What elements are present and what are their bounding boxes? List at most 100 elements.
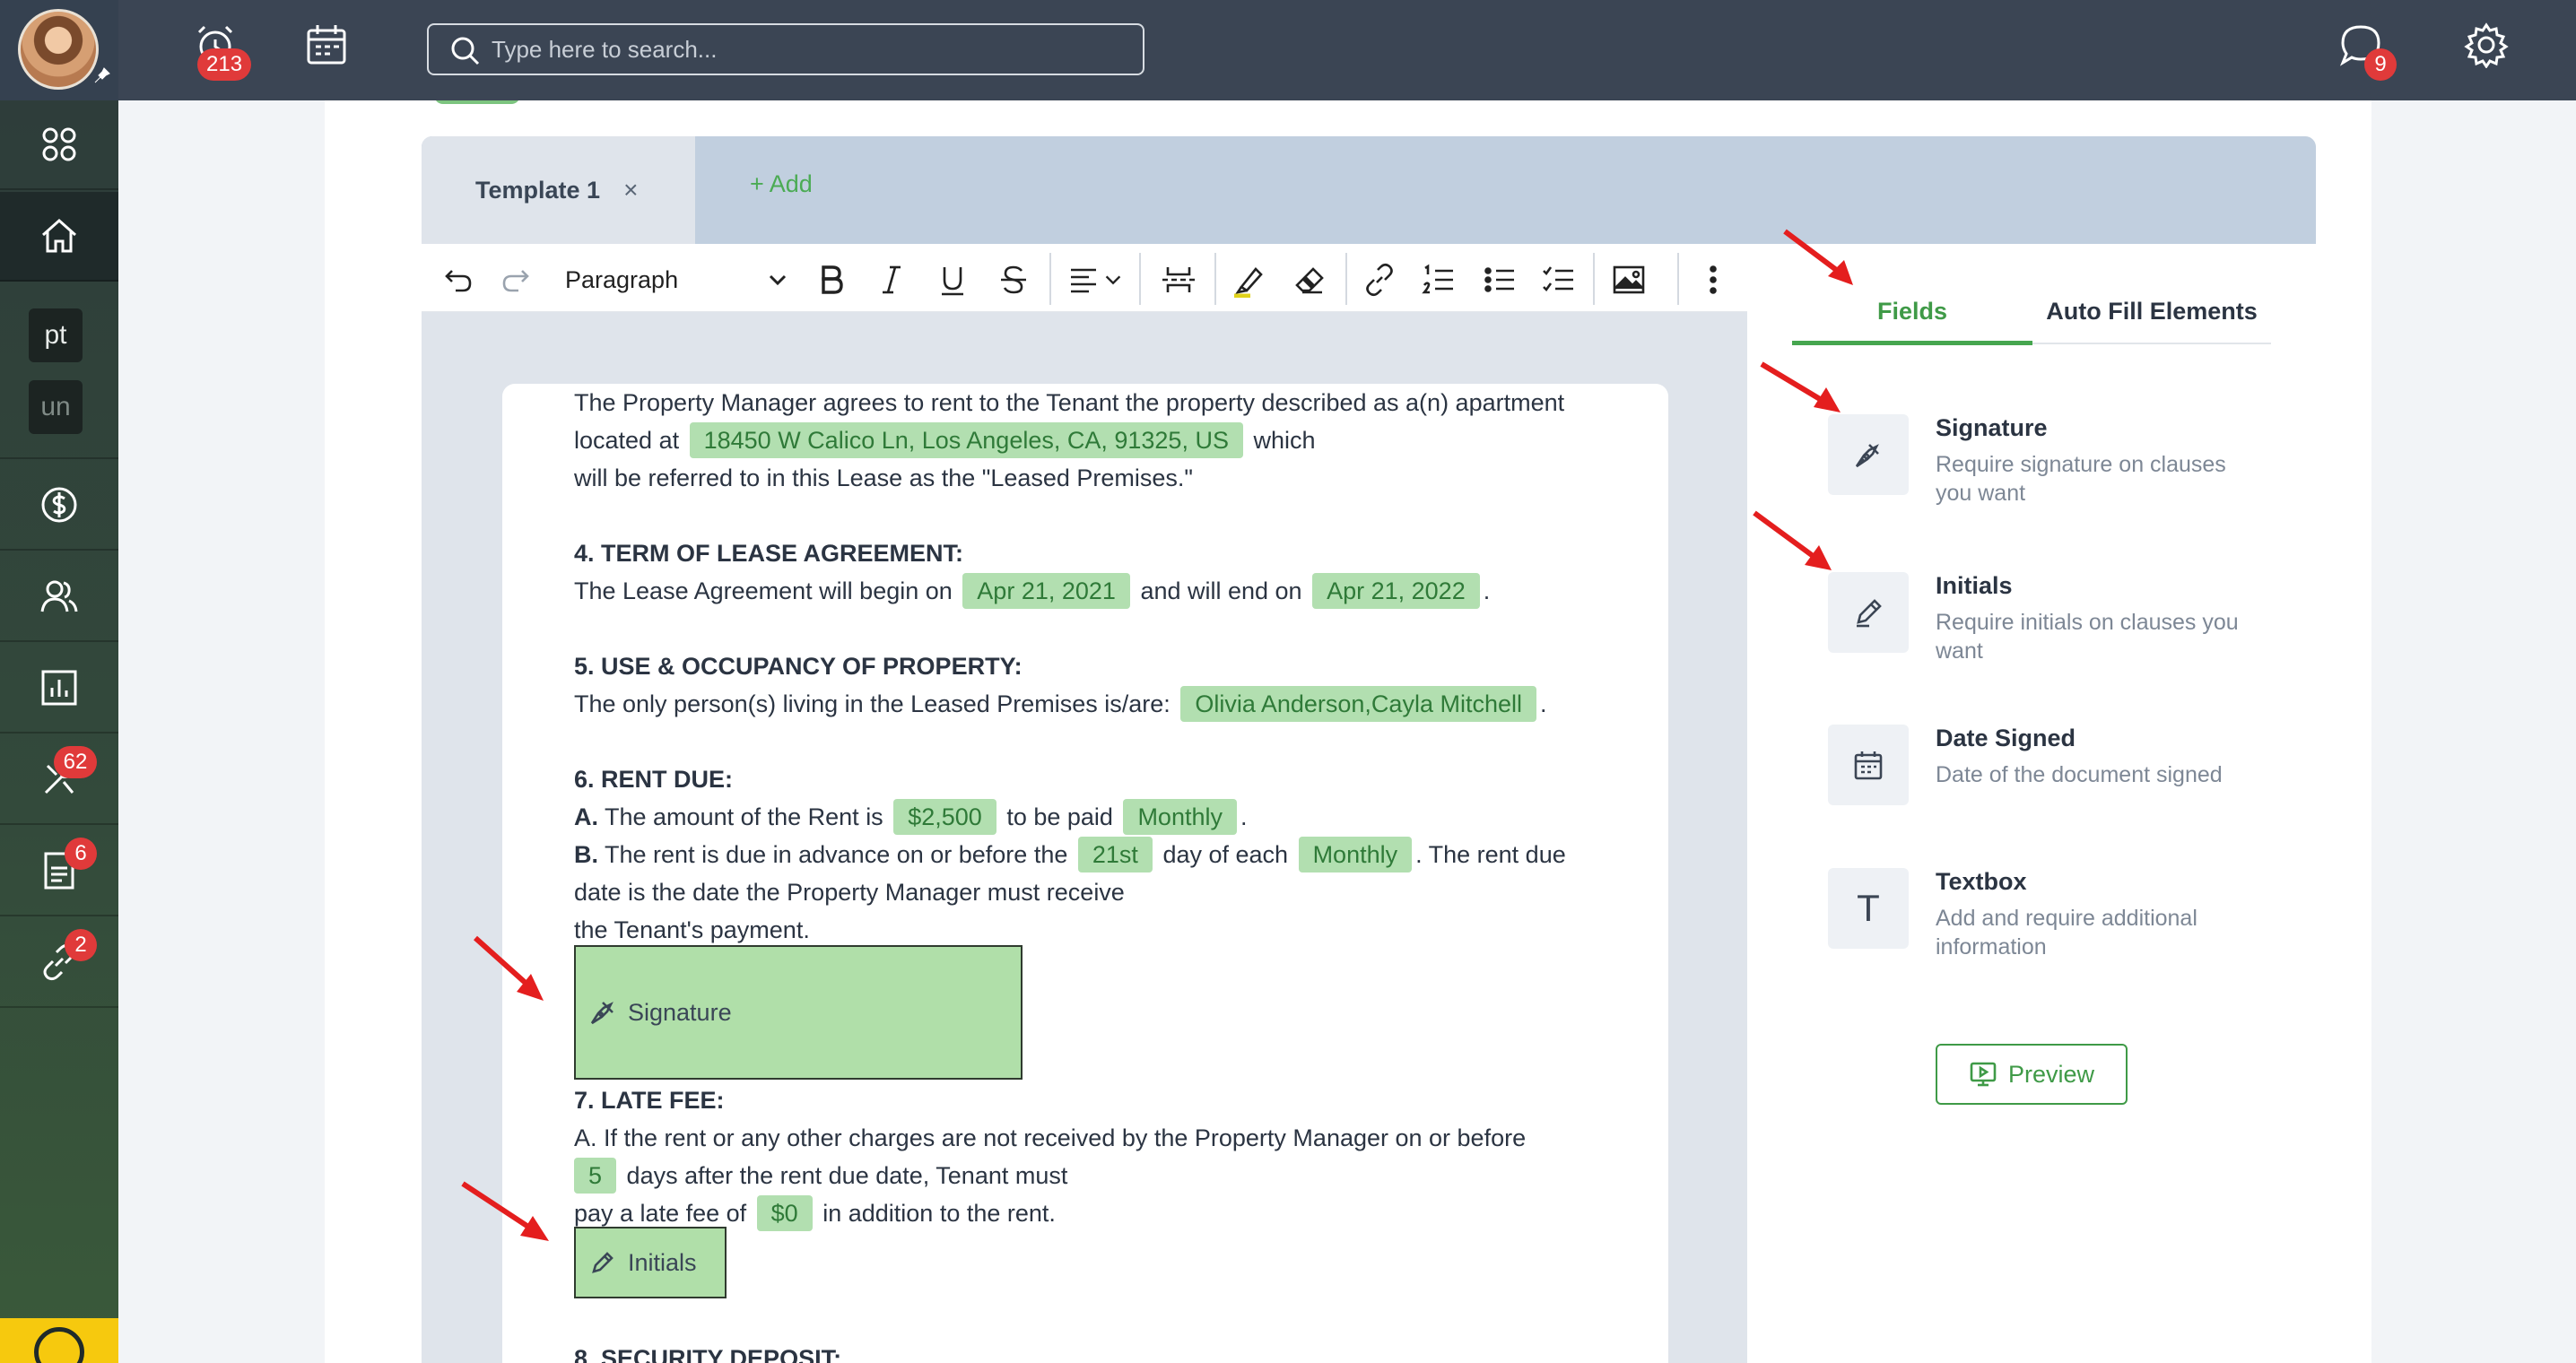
document-page[interactable]: The Property Manager agrees to rent to t… <box>502 384 1668 1363</box>
field-signature[interactable]: Signature Require signature on clauses y… <box>1828 414 2294 522</box>
image-button[interactable] <box>1609 260 1649 300</box>
grid-icon <box>42 127 76 161</box>
tab-auto-fill-elements[interactable]: Auto Fill Elements <box>2032 298 2271 334</box>
sidebar-item-links[interactable]: 2 <box>0 918 118 1008</box>
avatar[interactable] <box>18 9 99 90</box>
calendar-button[interactable] <box>303 22 357 75</box>
checklist-button[interactable] <box>1539 260 1579 300</box>
clause-text: day of each <box>1162 841 1289 868</box>
chart-icon <box>41 670 77 706</box>
bullet-list-button[interactable] <box>1480 260 1519 300</box>
help-icon <box>34 1327 84 1363</box>
numbered-list-button[interactable] <box>1419 260 1458 300</box>
clause-text: A. If the rent or any other charges are … <box>574 1124 1527 1151</box>
active-tab-indicator <box>1792 341 2032 345</box>
rent-frequency-field[interactable]: Monthly <box>1123 799 1237 835</box>
link-button[interactable] <box>1360 260 1399 300</box>
occupants-field[interactable]: Olivia Anderson,Cayla Mitchell <box>1180 686 1536 722</box>
pin-icon[interactable] <box>93 66 111 84</box>
documents-badge: 6 <box>65 838 97 870</box>
late-days-field[interactable]: 5 <box>574 1158 617 1194</box>
users-icon <box>40 580 78 612</box>
clause-text: The Lease Agreement will begin on <box>574 577 953 604</box>
tab-fields[interactable]: Fields <box>1792 298 2032 334</box>
pencil-icon <box>1828 572 1909 653</box>
annotation-arrow <box>461 1181 549 1241</box>
highlight-button[interactable] <box>1229 260 1268 300</box>
field-date-signed[interactable]: Date Signed Date of the document signed <box>1828 725 2294 832</box>
align-button[interactable] <box>1064 260 1103 300</box>
clause-line: A. The amount of the Rent is $2,500 to b… <box>574 798 1248 836</box>
sidebar-item-home[interactable] <box>0 192 118 282</box>
close-icon[interactable]: × <box>623 176 638 204</box>
page-break-button[interactable] <box>1159 260 1198 300</box>
messages-badge: 9 <box>2364 48 2397 81</box>
preview-button[interactable]: Preview <box>1936 1044 2128 1105</box>
alerts-button[interactable]: 213 <box>192 22 252 81</box>
redo-button[interactable] <box>497 260 536 300</box>
initials-field-box[interactable]: Initials <box>574 1227 727 1298</box>
clause-text: will be referred to in this Lease as the… <box>574 464 1194 491</box>
clause-text: The rent is due in advance on or before … <box>605 841 1068 868</box>
rent-amount-field[interactable]: $2,500 <box>893 799 996 835</box>
calendar-icon <box>307 25 346 65</box>
late-fee-field[interactable]: $0 <box>756 1195 813 1231</box>
field-description: Require signature on clauses you want <box>1936 452 2226 506</box>
pen-nib-icon <box>590 1002 614 1025</box>
sidebar-item-accounting[interactable] <box>0 461 118 551</box>
sidebar-item-reports[interactable] <box>0 644 118 734</box>
sidebar-item-apps[interactable] <box>0 100 118 190</box>
field-description: Date of the document signed <box>1936 762 2223 787</box>
toolbar-divider <box>1049 253 1051 305</box>
italic-button[interactable] <box>872 260 911 300</box>
paragraph-style-select[interactable]: Paragraph <box>565 260 789 300</box>
clause-label: B. <box>574 841 598 868</box>
chevron-down-icon <box>1105 275 1121 285</box>
add-tab-button[interactable]: + Add <box>750 170 813 198</box>
clause-text: days after the rent due date, Tenant mus… <box>626 1162 1068 1189</box>
strikethrough-button[interactable] <box>994 260 1033 300</box>
signature-field-box[interactable]: Signature <box>574 945 1023 1080</box>
clause-text: . The rent due <box>1415 841 1566 868</box>
due-day-field[interactable]: 21st <box>1077 837 1153 872</box>
top-bar: 213 9 <box>118 0 2576 100</box>
more-options-button[interactable] <box>1693 260 1733 300</box>
clause-text: the Tenant's payment. <box>574 916 810 943</box>
underline-button[interactable] <box>933 260 972 300</box>
align-dropdown[interactable] <box>1100 260 1127 300</box>
highlighter-icon <box>1234 267 1263 298</box>
settings-button[interactable] <box>2463 22 2517 75</box>
bold-icon <box>822 265 843 294</box>
tab-template-1[interactable]: Template 1 × <box>422 136 695 244</box>
align-left-icon <box>1071 268 1096 293</box>
help-button[interactable] <box>0 1318 118 1363</box>
clause-text: date is the date the Property Manager mu… <box>574 879 1125 906</box>
eraser-button[interactable] <box>1290 260 1329 300</box>
due-frequency-field[interactable]: Monthly <box>1298 837 1413 872</box>
bullet-list-icon <box>1484 267 1514 292</box>
messages-button[interactable]: 9 <box>2337 22 2397 81</box>
page-break-icon <box>1162 267 1195 292</box>
field-textbox[interactable]: T Textbox Add and require additional inf… <box>1828 868 2294 976</box>
search-bar[interactable] <box>427 23 1144 75</box>
workspace-chip-pt[interactable]: pt <box>29 308 83 362</box>
clause-text: and will end on <box>1140 577 1302 604</box>
undo-button[interactable] <box>438 260 477 300</box>
sidebar-item-maintenance[interactable]: 62 <box>0 735 118 825</box>
sidebar-item-documents[interactable]: 6 <box>0 827 118 916</box>
dollar-icon <box>41 487 77 523</box>
section-heading: 4. TERM OF LEASE AGREEMENT: <box>574 540 964 567</box>
field-title: Date Signed <box>1936 725 2076 751</box>
clause-label: A. <box>574 803 598 830</box>
sidebar-item-people[interactable] <box>0 552 118 642</box>
clause-text: pay a late fee of <box>574 1200 747 1227</box>
search-input[interactable] <box>492 35 1143 64</box>
end-date-field[interactable]: Apr 21, 2022 <box>1312 573 1480 609</box>
workspace-chip-un[interactable]: un <box>29 380 83 434</box>
clause-text: . <box>1540 690 1547 717</box>
field-initials[interactable]: Initials Require initials on clauses you… <box>1828 572 2294 680</box>
bold-button[interactable] <box>811 260 850 300</box>
start-date-field[interactable]: Apr 21, 2021 <box>962 573 1130 609</box>
address-field[interactable]: 18450 W Calico Ln, Los Angeles, CA, 9132… <box>689 422 1243 458</box>
toolbar-divider <box>1677 253 1679 305</box>
